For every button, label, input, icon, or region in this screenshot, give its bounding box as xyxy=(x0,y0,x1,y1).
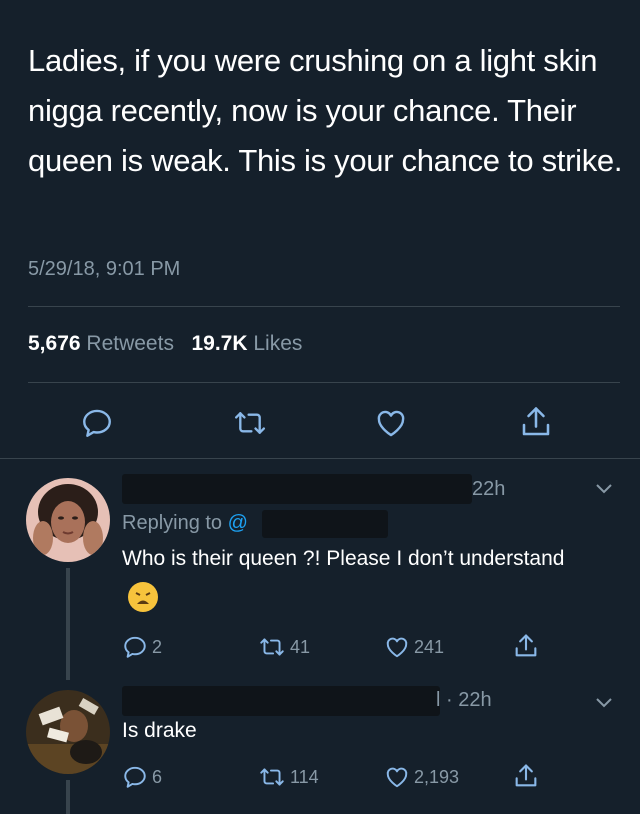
avatar[interactable] xyxy=(26,690,110,774)
reply-button[interactable]: 6 xyxy=(122,764,162,790)
share-button[interactable] xyxy=(512,762,540,790)
likes-label: Likes xyxy=(253,332,303,355)
like-button[interactable]: 2,193 xyxy=(384,764,459,790)
retweet-button[interactable] xyxy=(232,406,268,440)
retweet-count: 41 xyxy=(290,636,311,657)
share-button[interactable] xyxy=(518,404,554,440)
like-count: 2,193 xyxy=(414,766,460,787)
like-button[interactable]: 241 xyxy=(384,634,444,660)
reply-icon xyxy=(124,636,146,658)
reply-tweet[interactable]: 22h Replying to @ Who is their queen ?! … xyxy=(0,460,640,682)
likes-stat[interactable]: 19.7K Likes xyxy=(191,332,302,355)
retweet-count: 114 xyxy=(290,766,319,787)
replying-to-label: Replying to xyxy=(122,512,223,534)
tweet-text: Ladies, if you were crushing on a light … xyxy=(28,43,623,178)
share-icon xyxy=(515,634,537,657)
tweet-action-bar xyxy=(0,400,640,446)
reply-count: 2 xyxy=(152,636,163,657)
reply-time: 22h xyxy=(472,478,506,500)
retweet-icon xyxy=(260,638,284,656)
share-icon xyxy=(522,407,550,436)
tweet-timestamp[interactable]: 5/29/18, 9:01 PM xyxy=(28,258,180,281)
reply-text-content: Who is their queen ?! Please I don’t und… xyxy=(122,547,565,570)
thread-line xyxy=(66,780,70,814)
reply-icon xyxy=(83,409,111,437)
retweets-stat[interactable]: 5,676 Retweets xyxy=(28,332,174,355)
chevron-down-icon[interactable] xyxy=(594,482,614,496)
main-tweet: Ladies, if you were crushing on a light … xyxy=(28,36,628,186)
like-button[interactable] xyxy=(374,406,408,440)
reply-button[interactable] xyxy=(80,406,114,440)
divider xyxy=(28,306,620,307)
reply-text: Is drake xyxy=(122,719,197,742)
likes-count: 19.7K xyxy=(191,332,248,355)
retweet-button[interactable]: 41 xyxy=(258,634,310,660)
like-icon xyxy=(377,410,405,437)
like-icon xyxy=(386,767,408,788)
reply-time: l · 22h xyxy=(436,689,492,711)
retweet-icon xyxy=(260,768,284,786)
tweet-stats: 5,676 Retweets 19.7K Likes xyxy=(28,332,302,356)
divider xyxy=(28,382,620,383)
reply-button[interactable]: 2 xyxy=(122,634,162,660)
divider xyxy=(0,458,640,459)
retweet-button[interactable]: 114 xyxy=(258,764,319,790)
reply-tweet[interactable]: l · 22h Is drake 6 114 2,193 xyxy=(0,682,640,814)
share-icon xyxy=(515,764,537,787)
thread-line xyxy=(66,568,70,680)
reply-text: Who is their queen ?! Please I don’t und… xyxy=(122,540,592,616)
like-count: 241 xyxy=(414,636,445,657)
avatar[interactable] xyxy=(26,478,110,562)
weary-face-emoji xyxy=(128,582,158,613)
chevron-down-icon[interactable] xyxy=(594,696,614,710)
avatar-image xyxy=(26,690,110,774)
like-icon xyxy=(386,637,408,658)
retweets-label: Retweets xyxy=(86,332,174,355)
avatar-image xyxy=(26,478,110,562)
redacted-author-name xyxy=(122,474,472,504)
reply-icon xyxy=(124,766,146,788)
redacted-mention xyxy=(262,510,388,538)
retweets-count: 5,676 xyxy=(28,332,81,355)
replying-to: Replying to @ xyxy=(122,512,248,535)
retweet-icon xyxy=(234,412,266,434)
mention-at: @ xyxy=(227,512,248,534)
reply-count: 6 xyxy=(152,766,163,787)
share-button[interactable] xyxy=(512,632,540,660)
